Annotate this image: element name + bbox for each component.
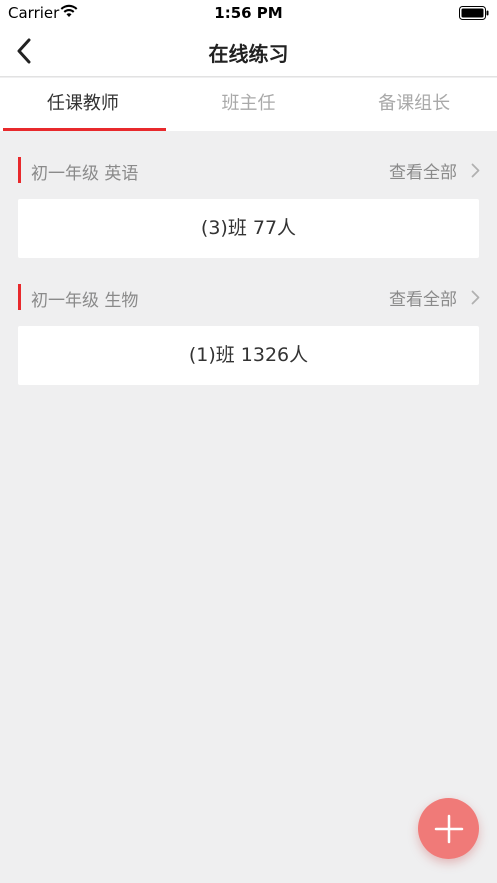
view-all-label: 查看全部 <box>389 289 457 310</box>
tab-label: 任课教师 <box>46 93 119 114</box>
section-header: 初一年级 生物 查看全部 <box>18 283 480 311</box>
class-card[interactable]: (3)班 77人 <box>18 199 479 258</box>
section-title: 初一年级 英语 <box>31 164 139 184</box>
tab-label: 班主任 <box>221 93 276 114</box>
status-time: 1:56 PM <box>214 4 283 22</box>
tab-head-teacher[interactable]: 班主任 <box>166 78 332 131</box>
page-title: 在线练习 <box>208 42 289 66</box>
section-header: 初一年级 英语 查看全部 <box>18 156 480 184</box>
chevron-right-icon <box>471 290 480 304</box>
tab-label: 备课组长 <box>378 93 451 114</box>
section-accent-bar <box>18 157 21 183</box>
tab-subject-teacher[interactable]: 任课教师 <box>0 78 166 131</box>
plus-icon <box>434 814 463 843</box>
view-all-link[interactable]: 查看全部 <box>389 156 480 184</box>
section-title: 初一年级 生物 <box>31 291 139 311</box>
view-all-link[interactable]: 查看全部 <box>389 283 480 311</box>
role-tabs: 任课教师 班主任 备课组长 <box>0 78 497 131</box>
tab-lesson-group-leader[interactable]: 备课组长 <box>331 78 497 131</box>
status-bar: Carrier 1:56 PM <box>0 0 497 26</box>
tab-active-indicator <box>3 128 166 131</box>
class-card[interactable]: (1)班 1326人 <box>18 326 479 385</box>
chevron-right-icon <box>471 163 480 177</box>
navigation-bar: 在线练习 <box>0 26 497 77</box>
battery-icon <box>459 6 489 20</box>
add-button[interactable] <box>418 798 479 859</box>
section-accent-bar <box>18 284 21 310</box>
view-all-label: 查看全部 <box>389 162 457 183</box>
